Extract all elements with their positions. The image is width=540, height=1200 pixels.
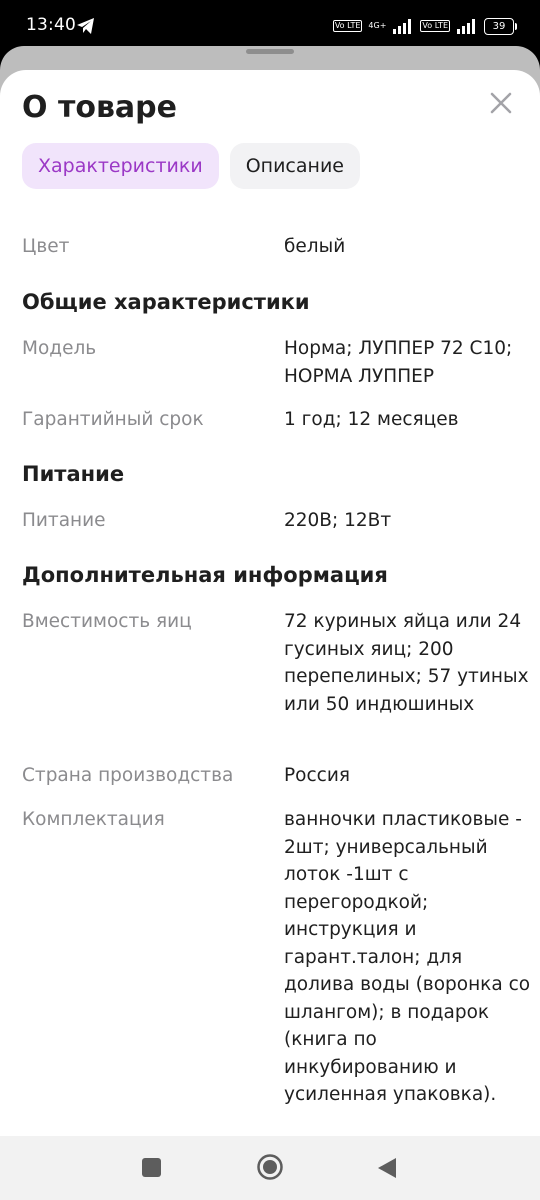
signal-icon-2 [457,19,475,34]
spec-value: 1 год; 12 месяцев [284,409,459,430]
spec-label: Цвет [22,236,70,257]
tab-description[interactable]: Описание [229,143,360,189]
home-icon[interactable] [256,1153,284,1181]
network-type: 4G+ [368,21,387,30]
tab-characteristics[interactable]: Характеристики [22,143,219,189]
section-title-general: Общие характеристики [22,290,310,314]
status-indicators: Vo LTE 4G+ Vo LTE 39 [332,16,517,36]
close-icon[interactable] [486,88,516,118]
system-nav-bar [0,1136,540,1200]
telegram-icon [77,18,94,34]
sheet-title: О товаре [22,90,177,125]
spec-label: Гарантийный срок [22,409,204,430]
recent-apps-icon[interactable] [142,1158,161,1177]
volte-badge: Vo LTE [332,20,363,32]
spec-value: Норма; ЛУППЕР 72 С10; НОРМА ЛУППЕР [284,338,513,387]
back-icon[interactable] [376,1156,398,1180]
tab-bar: Характеристики Описание [22,143,360,189]
sheet-grabber[interactable] [246,49,294,54]
scrolled-text-fragment [22,198,522,212]
signal-icon [393,19,412,34]
product-info-sheet: О товаре Характеристики Описание Цвет бе… [0,70,540,1136]
spec-label: Комплектация [22,809,165,830]
spec-value: Россия [284,765,350,786]
section-title-additional: Дополнительная информация [22,563,388,587]
spec-value: ванночки пластиковые - 2шт; универсальны… [284,809,531,1105]
section-title-power: Питание [22,462,125,486]
spec-value: 72 куриных яйца или 24 гусиных яиц; 200 … [284,611,529,715]
spec-value: белый [284,236,346,257]
volte-badge-2: Vo LTE [420,20,450,32]
spec-label: Вместимость яиц [22,611,192,632]
status-time: 13:40 [26,15,76,35]
battery-indicator: 39 [484,17,517,35]
spec-label: Страна производства [22,765,234,786]
spec-value: 220В; 12Вт [284,510,392,531]
spec-label: Питание [22,510,106,531]
spec-label: Модель [22,338,97,359]
